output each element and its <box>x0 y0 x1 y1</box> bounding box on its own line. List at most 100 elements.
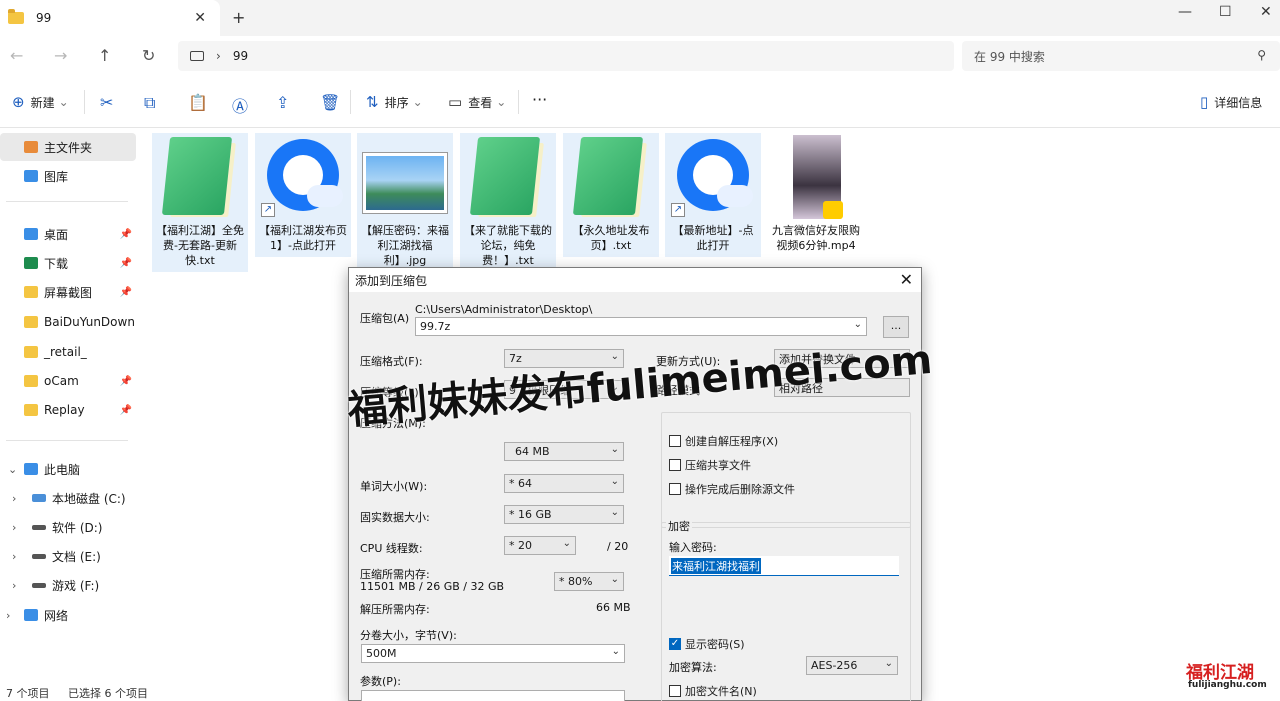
pin-icon[interactable]: 📌 <box>120 287 132 298</box>
checkbox-box <box>669 483 681 495</box>
copy-icon[interactable]: ⧉ <box>144 93 155 113</box>
folder-icon <box>24 286 38 298</box>
sidebar-item-ocam[interactable]: oCam 📌 <box>0 367 136 395</box>
dictionary-select[interactable]: 64 MB ⌄ <box>504 442 624 461</box>
pin-icon[interactable]: 📌 <box>120 258 132 269</box>
split-size-combo[interactable]: 500M ⌄ <box>361 644 625 663</box>
details-button[interactable]: ▯ 详细信息 <box>1200 93 1262 111</box>
word-size-select[interactable]: * 64 ⌄ <box>504 474 624 493</box>
pin-icon[interactable]: 📌 <box>120 376 132 387</box>
checkbox-box <box>669 459 681 471</box>
refresh-icon[interactable]: ↻ <box>142 46 155 65</box>
dialog-title-bar: 添加到压缩包 ✕ <box>349 268 921 292</box>
compress-shared-checkbox[interactable]: 压缩共享文件 <box>669 457 751 473</box>
cpu-threads-select[interactable]: * 20 ⌄ <box>504 536 576 555</box>
command-bar: ⊕ 新建 ⌄ ✂ ⧉ 📋 Ⓐ ⇪ 🗑 ⇅ 排序 ⌄ ▭ 查看 ⌄ ··· ▯ 详… <box>0 76 1280 128</box>
show-password-checkbox[interactable]: ✓ 显示密码(S) <box>669 636 745 652</box>
pin-icon[interactable]: 📌 <box>120 405 132 416</box>
create-sfx-checkbox[interactable]: 创建自解压程序(X) <box>669 433 778 449</box>
sidebar-item-label: 主文件夹 <box>44 140 93 155</box>
sidebar-item-retail[interactable]: _retail_ <box>0 338 136 366</box>
sidebar-item-label: 下载 <box>44 256 69 271</box>
sidebar-item-gallery[interactable]: 图库 <box>0 162 136 190</box>
tab-title: 99 <box>36 11 52 25</box>
archive-name-combo[interactable]: 99.7z ⌄ <box>415 317 867 336</box>
file-name: 【福利江湖发布页1】-点此打开 <box>259 224 347 252</box>
chevron-right-icon[interactable]: › <box>12 579 16 592</box>
chevron-down-icon: ⌄ <box>412 95 423 109</box>
file-item[interactable]: ↗ 【最新地址】-点此打开 <box>665 133 761 257</box>
delete-after-checkbox[interactable]: 操作完成后删除源文件 <box>669 481 795 497</box>
file-item[interactable]: 【来了就能下载的论坛，纯免费！】.txt <box>460 133 556 272</box>
chevron-right-icon[interactable]: › <box>12 521 16 534</box>
tab-99[interactable]: 99 ✕ <box>0 0 220 36</box>
chevron-right-icon[interactable]: › <box>6 609 10 622</box>
chevron-down-icon[interactable]: ⌄ <box>8 463 17 476</box>
search-input[interactable]: 在 99 中搜索 ⚲ <box>962 41 1280 71</box>
encryption-method-select[interactable]: AES-256 ⌄ <box>806 656 898 675</box>
tab-close-icon[interactable]: ✕ <box>194 10 206 26</box>
chevron-right-icon[interactable]: › <box>12 492 16 505</box>
sidebar-item-desktop[interactable]: 桌面 📌 <box>0 220 136 248</box>
dialog-close-icon[interactable]: ✕ <box>900 270 913 289</box>
sidebar-item-this-pc[interactable]: ⌄ 此电脑 <box>0 455 136 483</box>
delete-icon[interactable]: 🗑 <box>320 93 340 112</box>
chevron-right-icon: › <box>216 49 221 63</box>
decompress-memory-label: 解压所需内存: <box>360 603 430 616</box>
sidebar-item-drive-c[interactable]: › 本地磁盘 (C:) <box>0 484 136 512</box>
encryption-method-label: 加密算法: <box>669 661 717 674</box>
rename-icon[interactable]: Ⓐ <box>232 93 248 117</box>
paste-icon[interactable]: 📋 <box>188 93 208 112</box>
divider <box>84 90 85 114</box>
cut-icon[interactable]: ✂ <box>100 93 113 112</box>
sort-label: 排序 <box>384 95 409 110</box>
minimize-icon[interactable]: — <box>1178 4 1192 20</box>
plus-circle-icon: ⊕ <box>12 93 25 111</box>
file-item[interactable]: ↗ 【福利江湖发布页1】-点此打开 <box>255 133 351 257</box>
share-icon[interactable]: ⇪ <box>276 93 289 112</box>
sort-button[interactable]: ⇅ 排序 ⌄ <box>366 93 423 111</box>
download-icon <box>24 257 38 269</box>
qq-browser-icon <box>263 135 343 215</box>
address-bar[interactable]: › 99 <box>178 41 954 71</box>
file-item[interactable]: 【永久地址发布页】.txt <box>563 133 659 257</box>
sidebar-item-home[interactable]: 主文件夹 <box>0 133 136 161</box>
sort-icon: ⇅ <box>366 93 379 111</box>
chevron-right-icon[interactable]: › <box>12 550 16 563</box>
up-icon[interactable]: ↑ <box>98 46 111 65</box>
solid-size-select[interactable]: * 16 GB ⌄ <box>504 505 624 524</box>
maximize-icon[interactable]: ☐ <box>1219 4 1232 20</box>
checkmark-icon: ✓ <box>669 638 681 650</box>
file-item[interactable]: 【福利江湖】全免费-无套路-更新快.txt <box>152 133 248 272</box>
forward-icon[interactable]: → <box>54 46 67 65</box>
chevron-down-icon: ⌄ <box>884 658 893 669</box>
file-item[interactable]: 九言微信好友限购视频6分钟.mp4 <box>768 133 864 257</box>
sidebar-item-downloads[interactable]: 下载 📌 <box>0 249 136 277</box>
back-icon[interactable]: ← <box>10 46 23 65</box>
sidebar-item-drive-e[interactable]: › 文档 (E:) <box>0 542 136 570</box>
breadcrumb[interactable]: 99 <box>233 49 248 63</box>
drive-icon <box>32 582 46 588</box>
sidebar-item-label: 桌面 <box>44 227 69 242</box>
sidebar-item-drive-f[interactable]: › 游戏 (F:) <box>0 571 136 599</box>
more-options-icon[interactable]: ··· <box>532 90 547 109</box>
memory-usage-select[interactable]: * 80% ⌄ <box>554 572 624 591</box>
folder-icon <box>8 9 24 24</box>
sidebar-item-screenshots[interactable]: 屏幕截图 📌 <box>0 278 136 306</box>
qq-browser-icon <box>673 135 753 215</box>
password-input[interactable]: 来福利江湖找福利 <box>669 556 899 576</box>
search-icon: ⚲ <box>1257 48 1266 62</box>
close-window-icon[interactable]: ✕ <box>1260 4 1272 20</box>
new-tab-icon[interactable]: + <box>232 8 245 27</box>
pin-icon[interactable]: 📌 <box>120 229 132 240</box>
new-button[interactable]: ⊕ 新建 ⌄ <box>12 93 69 111</box>
status-bar: 7 个项目 已选择 6 个项目 <box>0 683 1280 701</box>
sidebar-item-baiduyundownload[interactable]: BaiDuYunDownload <box>0 308 136 336</box>
video-icon <box>793 135 843 219</box>
divider <box>6 440 128 441</box>
sidebar-item-drive-d[interactable]: › 软件 (D:) <box>0 513 136 541</box>
view-button[interactable]: ▭ 查看 ⌄ <box>448 93 506 111</box>
sidebar-item-network[interactable]: › 网络 <box>0 601 136 629</box>
file-item[interactable]: 【解压密码：来福利江湖找福利】.jpg <box>357 133 453 272</box>
sidebar-item-replay[interactable]: Replay 📌 <box>0 396 136 424</box>
